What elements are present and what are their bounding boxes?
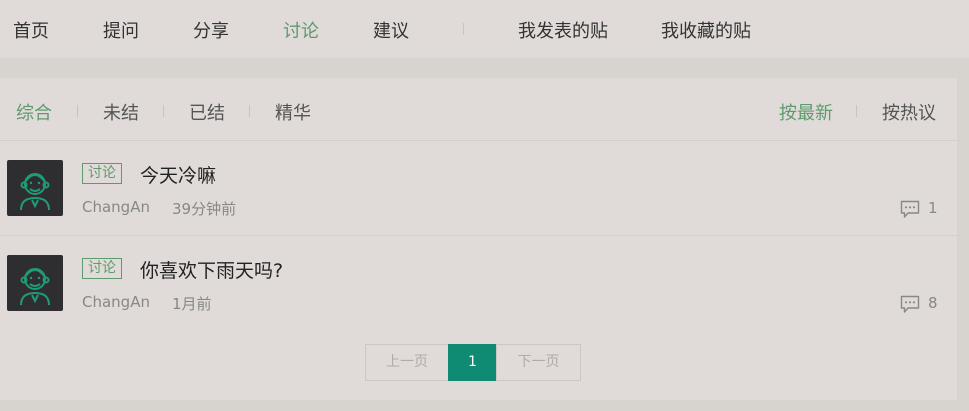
current-page-button[interactable]: 1 bbox=[448, 344, 497, 381]
nav-suggestions[interactable]: 建议 bbox=[373, 17, 409, 43]
avatar-icon bbox=[20, 173, 50, 211]
filter-featured[interactable]: 精华 bbox=[275, 99, 311, 125]
list-item: 讨论 今天冷嘛 ChangAn 39分钟前 1 bbox=[0, 141, 957, 236]
post-time: 1月前 bbox=[172, 295, 212, 313]
filter-divider bbox=[249, 105, 250, 117]
nav-my-posts[interactable]: 我发表的贴 bbox=[518, 17, 608, 43]
post-title[interactable]: 今天冷嘛 bbox=[140, 161, 216, 188]
nav-home[interactable]: 首页 bbox=[13, 17, 49, 43]
avatar[interactable] bbox=[7, 160, 63, 216]
comment-count: 8 bbox=[928, 294, 938, 312]
post-author[interactable]: ChangAn bbox=[82, 198, 150, 216]
category-tag: 讨论 bbox=[82, 163, 122, 184]
nav-share[interactable]: 分享 bbox=[193, 17, 229, 43]
filter-solved[interactable]: 已结 bbox=[189, 99, 225, 125]
filter-unsolved[interactable]: 未结 bbox=[103, 99, 139, 125]
list-item: 讨论 你喜欢下雨天吗? ChangAn 1月前 8 bbox=[0, 236, 957, 331]
filter-divider bbox=[163, 105, 164, 117]
nav-my-favorites[interactable]: 我收藏的贴 bbox=[661, 17, 751, 43]
avatar-icon bbox=[20, 268, 50, 306]
post-author[interactable]: ChangAn bbox=[82, 293, 150, 311]
post-title[interactable]: 你喜欢下雨天吗? bbox=[140, 256, 283, 283]
post-list-panel: 综合 未结 已结 精华 按最新 按热议 讨论 今天冷嘛 ChangAn 39分钟… bbox=[0, 78, 957, 400]
nav-discussion[interactable]: 讨论 bbox=[283, 17, 319, 43]
sort-divider bbox=[856, 105, 857, 117]
comment-icon bbox=[900, 295, 920, 313]
next-page-button[interactable]: 下一页 bbox=[496, 344, 581, 381]
comment-icon bbox=[900, 200, 920, 218]
filter-divider bbox=[77, 105, 78, 117]
prev-page-button[interactable]: 上一页 bbox=[365, 344, 449, 381]
nav-questions[interactable]: 提问 bbox=[103, 17, 139, 43]
top-nav: 首页 提问 分享 讨论 建议 我发表的贴 我收藏的贴 bbox=[0, 0, 969, 58]
avatar[interactable] bbox=[7, 255, 63, 311]
filter-bar: 综合 未结 已结 精华 按最新 按热议 bbox=[0, 78, 957, 141]
category-tag: 讨论 bbox=[82, 258, 122, 279]
sort-newest[interactable]: 按最新 bbox=[779, 99, 833, 125]
comment-count: 1 bbox=[928, 199, 938, 217]
sort-hottest[interactable]: 按热议 bbox=[882, 99, 936, 125]
filter-all[interactable]: 综合 bbox=[16, 99, 52, 125]
nav-divider bbox=[463, 23, 464, 35]
post-time: 39分钟前 bbox=[172, 200, 237, 218]
